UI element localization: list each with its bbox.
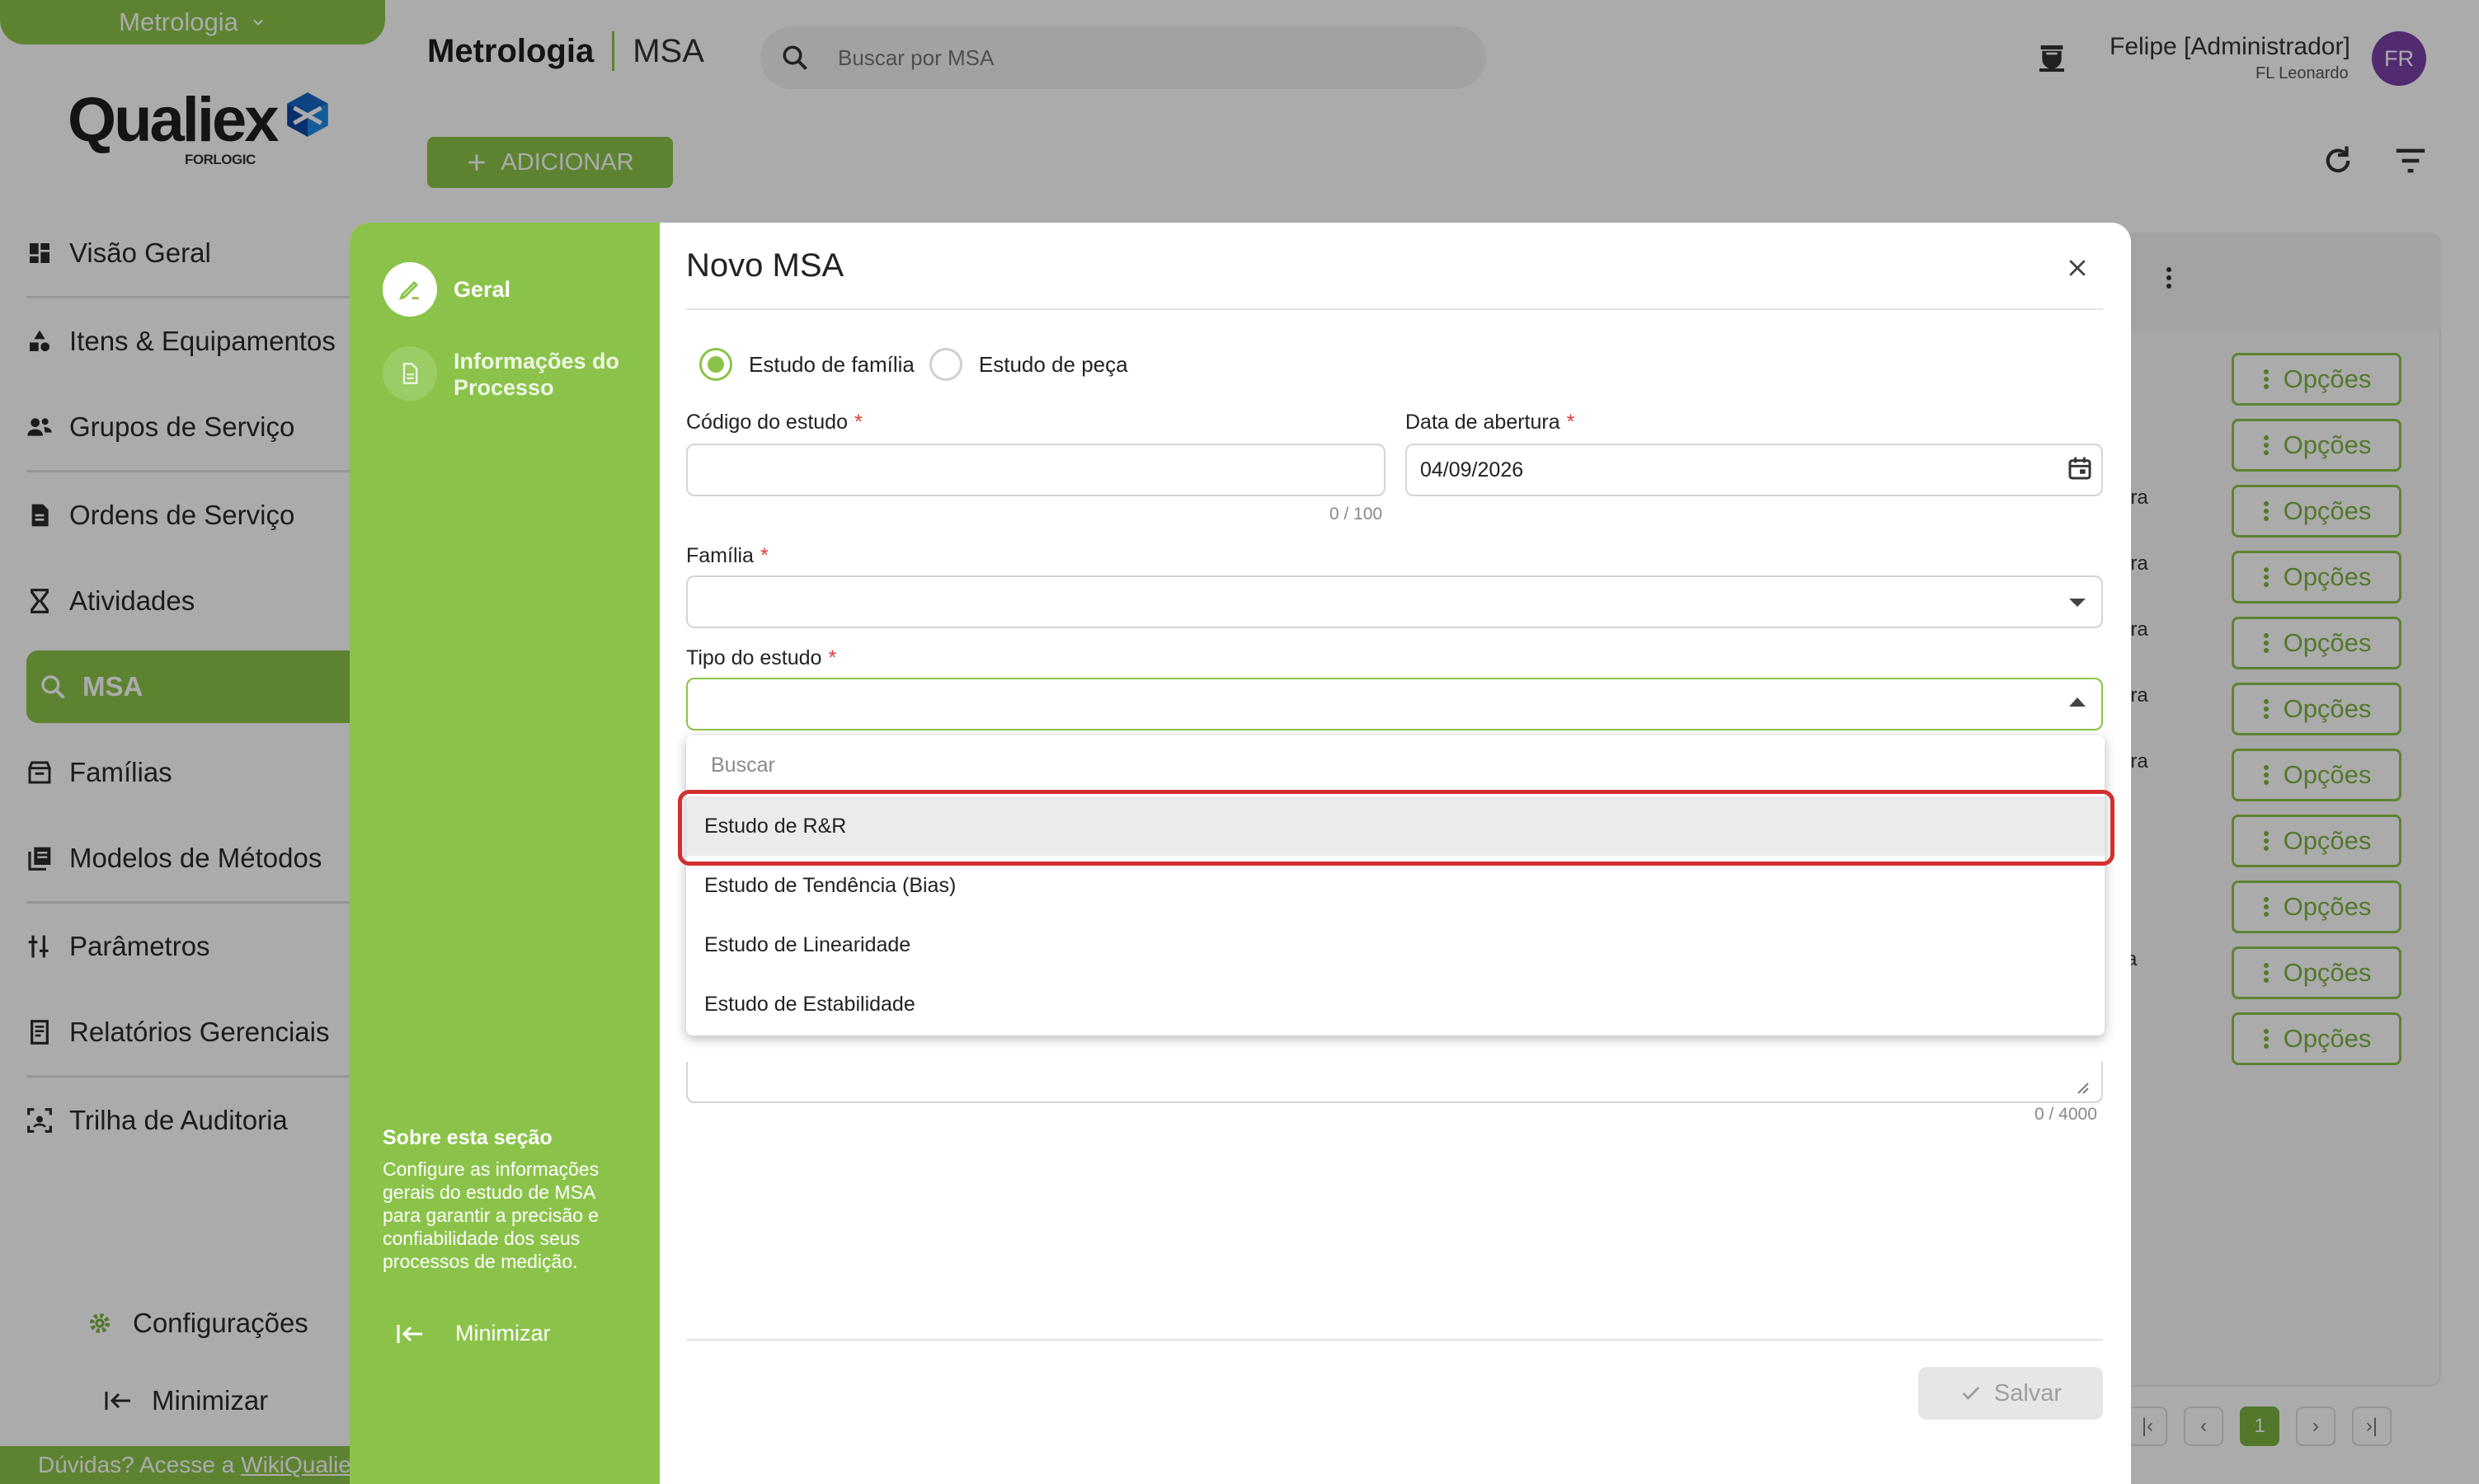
step-label: Geral (454, 277, 511, 302)
description-char-counter: 0 / 4000 (2034, 1105, 2097, 1124)
description-textarea[interactable] (686, 1062, 2103, 1103)
caret-down-icon (2067, 594, 2088, 610)
about-section-text: Configure as informações gerais do estud… (383, 1158, 600, 1272)
about-section-title: Sobre esta seção (383, 1126, 553, 1149)
resize-handle-icon[interactable] (2075, 1080, 2090, 1095)
caret-up-icon (2067, 694, 2088, 711)
date-label-text: Data de abertura (1405, 411, 1560, 434)
option-estudo-linearidade[interactable]: Estudo de Linearidade (686, 915, 2105, 974)
study-type-dropdown: Estudo de R&R Estudo de Tendência (Bias)… (686, 735, 2105, 1036)
radio-family-study[interactable] (699, 348, 732, 381)
date-label: Data de abertura * (1405, 411, 1575, 434)
step-label: Informações do Processo (454, 349, 620, 400)
radio-family-label[interactable]: Estudo de família (749, 352, 915, 378)
code-char-counter: 0 / 100 (1329, 505, 1383, 524)
family-select[interactable] (686, 575, 2103, 628)
stepper-panel: Geral Informações do Processo Sobre esta … (350, 223, 660, 1484)
step-geral[interactable]: Geral (383, 262, 510, 317)
study-kind-radio-group: Estudo de família Estudo de peça (699, 348, 1128, 381)
family-label: Família * (686, 544, 769, 567)
study-code-input[interactable] (686, 444, 1385, 496)
stepper-minimize-button[interactable]: Minimizar (396, 1321, 551, 1346)
date-value: 04/09/2026 (1420, 458, 1524, 481)
step-info-badge (383, 346, 437, 401)
minimize-label: Minimizar (455, 1321, 551, 1345)
radio-dot (708, 356, 724, 373)
save-button[interactable]: Salvar (1918, 1367, 2103, 1420)
check-icon (1959, 1382, 1983, 1405)
collapse-left-icon (396, 1323, 424, 1345)
save-label: Salvar (1993, 1379, 2063, 1407)
close-icon (2065, 256, 2090, 280)
calendar-icon[interactable] (2067, 455, 2093, 481)
dropdown-search-input[interactable] (711, 754, 2030, 777)
pencil-icon (397, 276, 423, 303)
opening-date-input[interactable]: 04/09/2026 (1405, 444, 2103, 496)
radio-piece-label[interactable]: Estudo de peça (979, 352, 1128, 378)
close-button[interactable] (2065, 256, 2090, 280)
dialog-title: Novo MSA (686, 247, 844, 284)
highlight-box (678, 790, 2114, 866)
radio-piece-study[interactable] (929, 348, 962, 381)
study-type-select[interactable] (686, 678, 2103, 730)
header-divider (686, 308, 2103, 310)
study-type-label: Tipo do estudo * (686, 646, 837, 669)
family-label-text: Família (686, 544, 754, 567)
code-label-text: Código do estudo (686, 411, 848, 434)
step-geral-badge (383, 262, 437, 317)
option-estudo-estabilidade[interactable]: Estudo de Estabilidade (686, 974, 2105, 1034)
code-label: Código do estudo * (686, 411, 863, 434)
document-icon (398, 362, 421, 385)
footer-divider (686, 1339, 2103, 1341)
study-type-label-text: Tipo do estudo (686, 646, 822, 669)
step-informacoes-processo[interactable]: Informações do Processo (383, 346, 619, 401)
